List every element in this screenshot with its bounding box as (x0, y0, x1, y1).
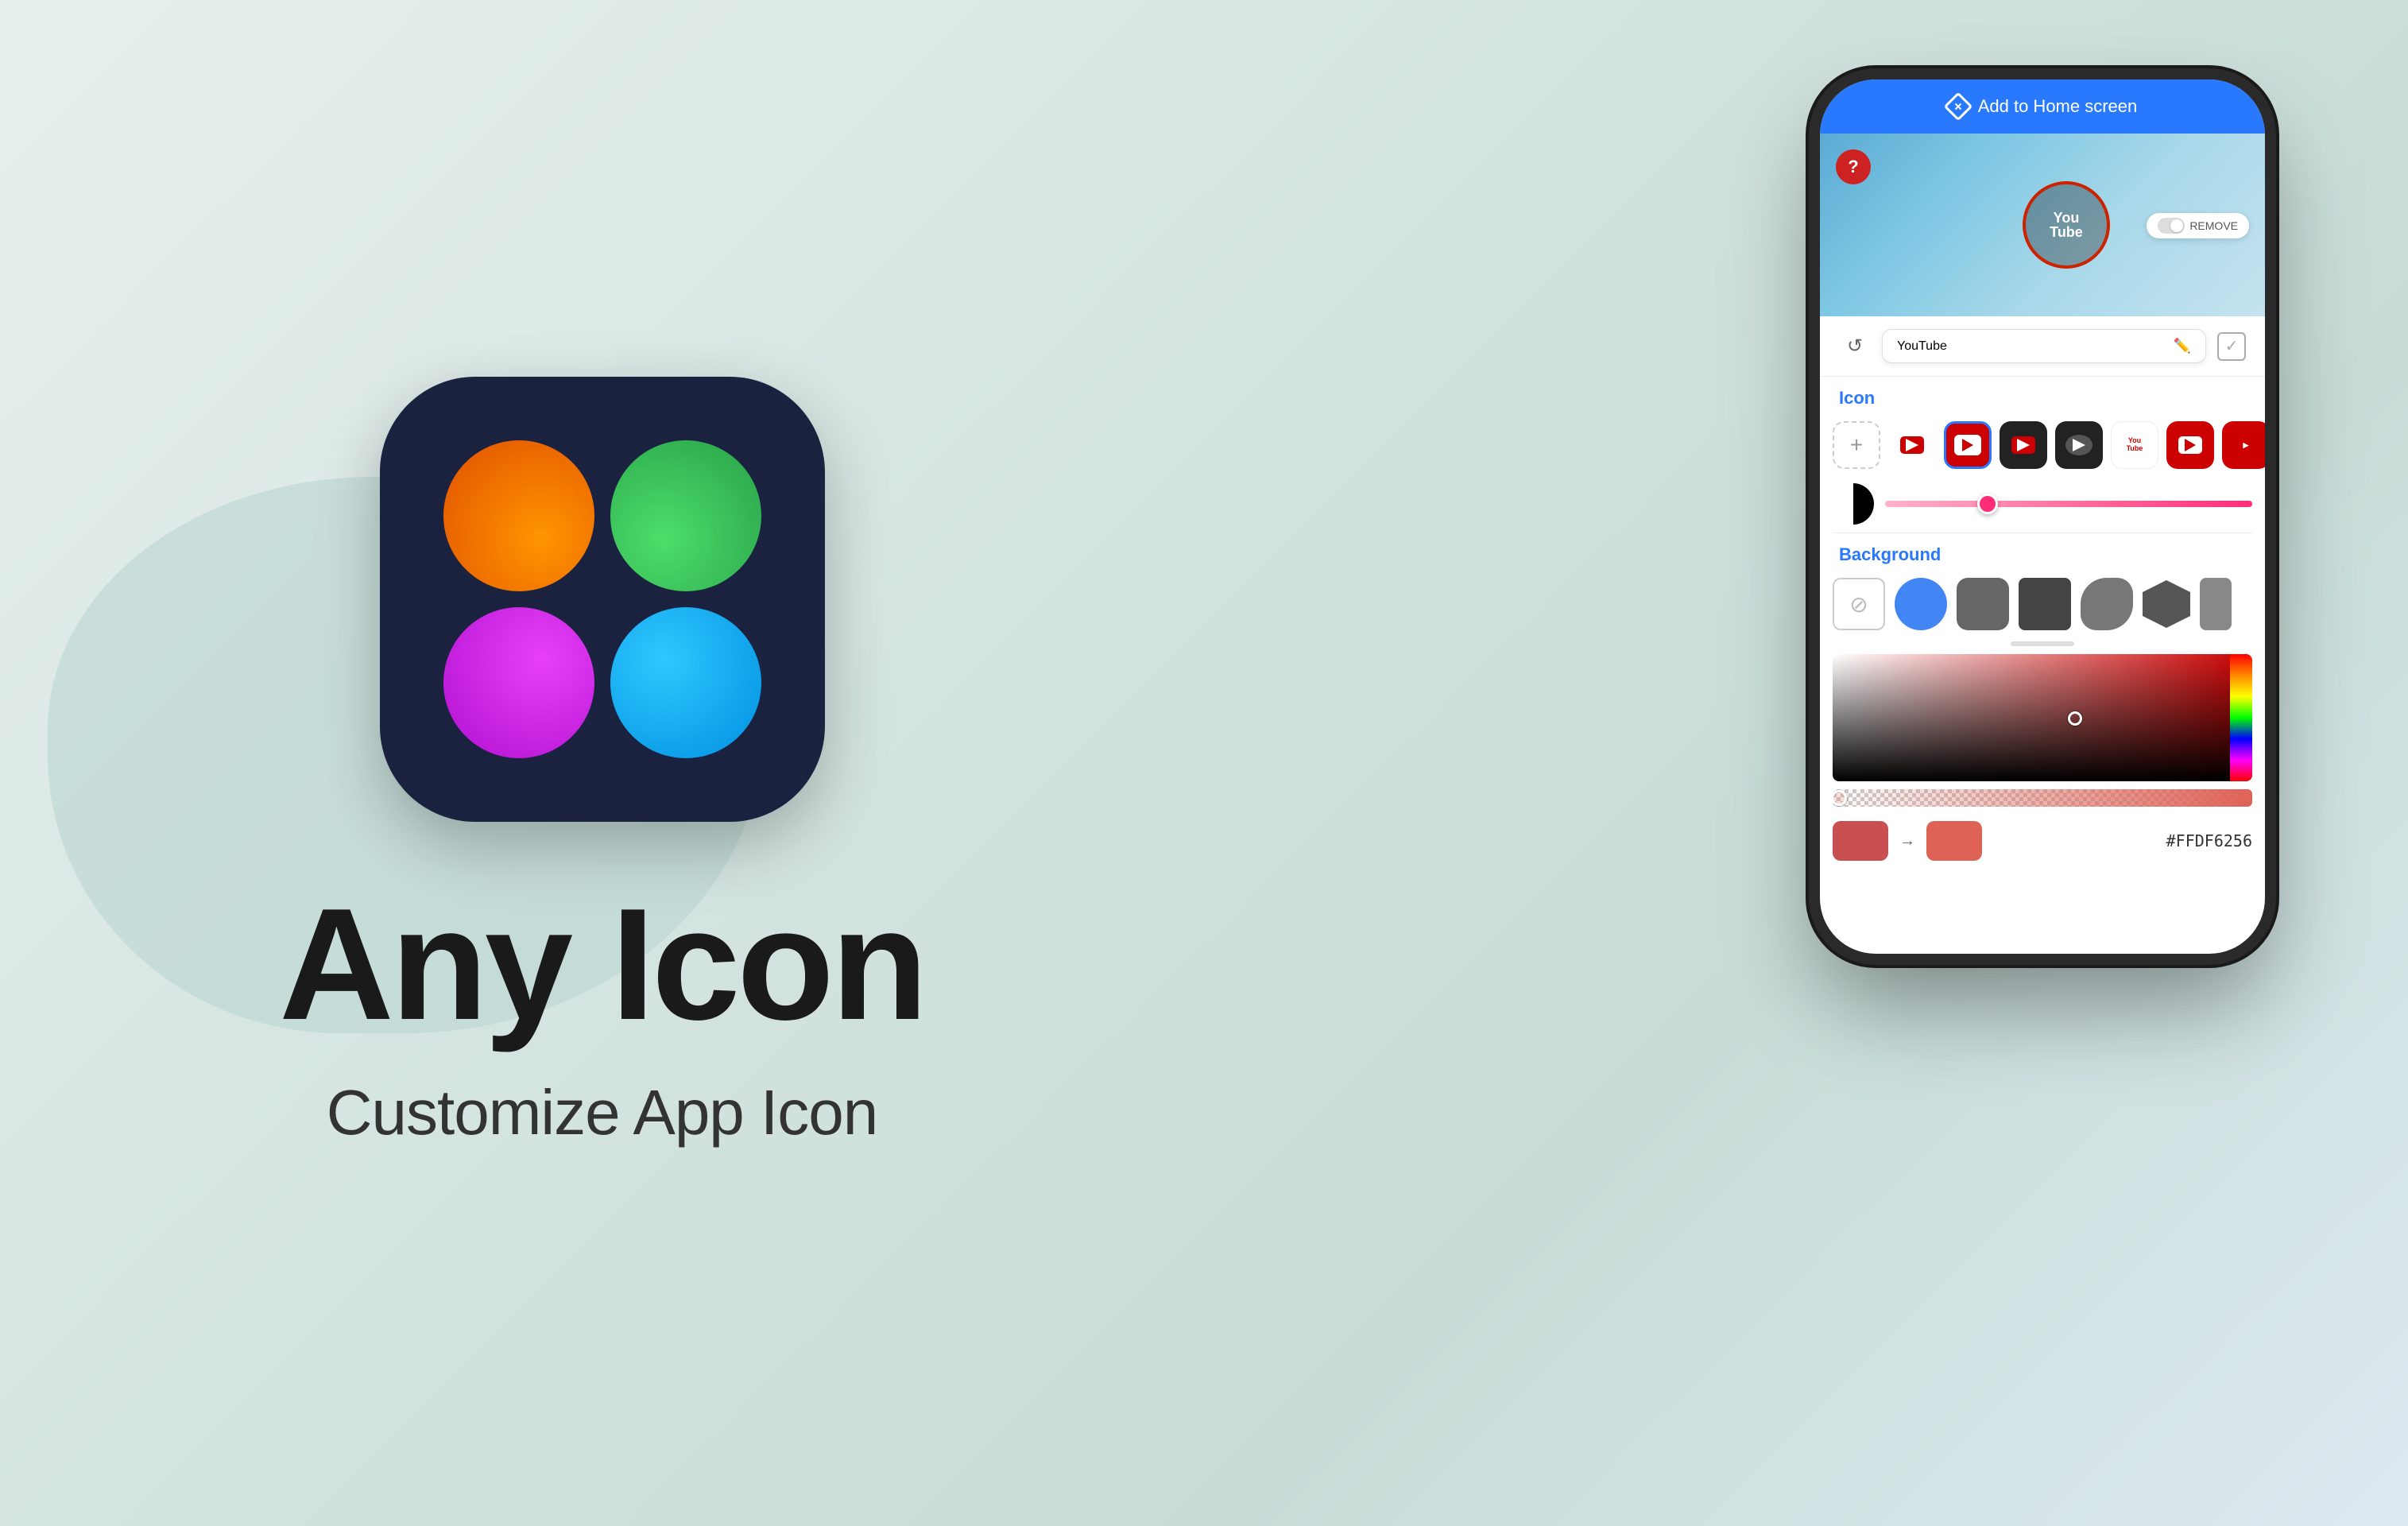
phone-header: Add to Home screen (1820, 79, 2265, 134)
bg-shape-partial[interactable] (2200, 578, 2232, 630)
color-swatch-old (1833, 821, 1888, 861)
color-picker-dot (2068, 711, 2082, 726)
yt-play-6 (2185, 439, 2196, 451)
add-to-home-label: Add to Home screen (1978, 96, 2138, 117)
phone-preview: ? You Tube REMOVE (1820, 134, 2265, 316)
clover-bl (443, 607, 594, 758)
clover-br (610, 607, 761, 758)
yt-logo: You Tube (2050, 211, 2083, 239)
yt-icon-inner-4 (2065, 435, 2092, 455)
bg-shape-dark-square[interactable] (2019, 578, 2071, 630)
icon-item-2[interactable] (1944, 421, 1992, 469)
clover-tr (610, 440, 761, 591)
color-swatch-new (1926, 821, 1982, 861)
yt-text-5: YouTube (2127, 437, 2143, 453)
color-preview-row: → (1820, 813, 2265, 869)
bg-shape-none[interactable]: ⊘ (1833, 578, 1885, 630)
bg-shape-hex[interactable] (2143, 580, 2190, 628)
right-section: Add to Home screen ? You Tube REMOVE (1311, 40, 2344, 1486)
app-icon (380, 377, 825, 822)
name-pill[interactable]: YouTube ✏️ (1882, 329, 2206, 363)
hex-bg (2143, 580, 2190, 628)
bg-shapes-row: ⊘ (1820, 571, 2265, 637)
color-picker[interactable] (1833, 654, 2252, 781)
icon-item-6[interactable] (2166, 421, 2214, 469)
bw-circle (1833, 483, 1874, 525)
yt-icon-rect-1 (1900, 436, 1924, 454)
bg-shape-rounded-square[interactable] (1957, 578, 2009, 630)
check-btn[interactable]: ✓ (2217, 332, 2246, 361)
yt-play-4 (2073, 439, 2085, 451)
clover-icon (443, 440, 761, 758)
dark-square-bg (2019, 578, 2071, 630)
subtitle: Customize App Icon (327, 1076, 877, 1149)
rainbow-strip[interactable] (2230, 654, 2252, 781)
main-title: Any Icon (279, 885, 925, 1044)
circle-bg (1895, 578, 1947, 630)
icon-item-7[interactable]: ▶ (2222, 421, 2265, 469)
refresh-btn[interactable]: ↺ (1839, 331, 1871, 362)
bg-shape-circle[interactable] (1895, 578, 1947, 630)
icon-section-label: Icon (1820, 377, 2265, 415)
yt-play-3 (2017, 439, 2030, 451)
no-bg-icon: ⊘ (1833, 578, 1885, 630)
clover-tl (443, 440, 594, 591)
icon-item-3[interactable] (2000, 421, 2047, 469)
remove-toggle[interactable] (2158, 218, 2185, 234)
question-mark-btn[interactable]: ? (1836, 149, 1871, 184)
scroll-indicator (2011, 641, 2074, 646)
icon-item-1[interactable] (1888, 421, 1936, 469)
partial-bg (2200, 578, 2232, 630)
edit-icon: ✏️ (2174, 338, 2191, 354)
preview-icon-circle: You Tube (2023, 181, 2110, 269)
color-gradient (1833, 654, 2252, 781)
yt-icon-inner-2 (1954, 435, 1981, 455)
alpha-overlay (1833, 789, 2252, 807)
arrow-icon: → (1899, 832, 1915, 850)
yt-play-1 (1906, 439, 1918, 451)
remove-label: REMOVE (2189, 219, 2238, 232)
hex-color-input[interactable] (1993, 831, 2252, 850)
icon-item-4[interactable] (2055, 421, 2103, 469)
rounded-square-bg (1957, 578, 2009, 630)
bg-shape-squircle[interactable] (2081, 578, 2133, 630)
yt-icon-rect-3 (2011, 436, 2035, 454)
background-section-label: Background (1820, 533, 2265, 571)
icon-intensity-slider[interactable] (1885, 501, 2252, 507)
app-name-value: YouTube (1897, 339, 1947, 354)
icon-item-5[interactable]: YouTube (2111, 421, 2158, 469)
yt-text-7: ▶ (2243, 442, 2249, 449)
alpha-slider[interactable] (1833, 789, 2252, 807)
add-icon-btn[interactable]: + (1833, 421, 1880, 469)
yt-icon-rect-6 (2178, 436, 2202, 454)
name-row: ↺ YouTube ✏️ ✓ (1820, 316, 2265, 377)
icon-row: + (1820, 415, 2265, 475)
remove-btn[interactable]: REMOVE (2147, 213, 2249, 238)
color-slider-row (1820, 475, 2265, 533)
left-section: Any Icon Customize App Icon (0, 0, 1204, 1526)
yt-play-2 (1962, 439, 1973, 451)
phone-mockup: Add to Home screen ? You Tube REMOVE (1820, 79, 2265, 954)
slider-thumb (1977, 494, 1998, 514)
squircle-bg (2081, 578, 2133, 630)
